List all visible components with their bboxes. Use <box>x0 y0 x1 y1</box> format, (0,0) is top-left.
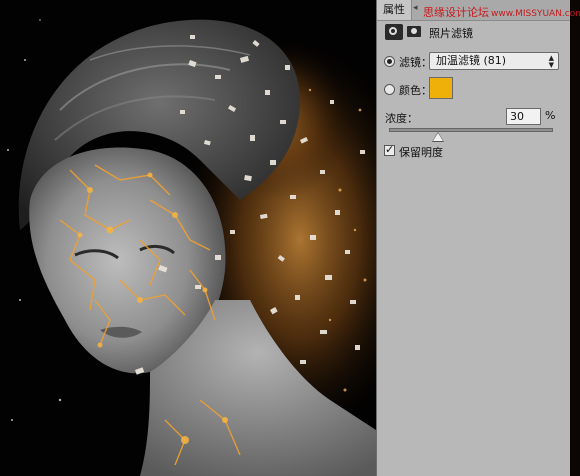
tab-properties[interactable]: 属性 <box>377 0 412 20</box>
preserve-luminosity-checkbox[interactable]: ✓ <box>384 143 395 156</box>
layer-mask-icon[interactable] <box>407 26 421 37</box>
filter-select[interactable]: 加温滤镜 (81) ▲ ▼ <box>429 52 559 70</box>
preserve-luminosity-row: ✓ 保留明度 <box>377 143 570 159</box>
density-slider[interactable] <box>377 124 570 142</box>
panel-menu-arrow-icon[interactable]: ◂ <box>413 3 418 13</box>
photoshop-workspace: 属性 ◂ 思缘设计论坛 www.MISSYUAN.com 照片滤镜 滤镜： 加温滤… <box>0 0 580 476</box>
image-canvas[interactable] <box>0 0 376 476</box>
density-slider-thumb[interactable] <box>433 133 444 141</box>
density-slider-track[interactable] <box>389 128 553 132</box>
photo-filter-adjustment-icon[interactable] <box>385 24 403 40</box>
adjustment-type-label: 照片滤镜 <box>429 27 473 40</box>
checkmark-icon: ✓ <box>385 143 395 156</box>
watermark-text: 思缘设计论坛 <box>423 6 489 19</box>
filter-radio[interactable] <box>384 56 395 67</box>
portrait-artwork <box>0 0 376 476</box>
panel-header: 属性 ◂ 思缘设计论坛 www.MISSYUAN.com <box>377 0 580 21</box>
filter-label: 滤镜： <box>399 56 432 69</box>
filter-row: 滤镜： 加温滤镜 (81) ▲ ▼ <box>377 52 570 70</box>
tab-properties-label: 属性 <box>383 3 405 16</box>
color-radio[interactable] <box>384 84 395 95</box>
density-unit: % <box>545 109 556 122</box>
properties-panel: 属性 ◂ 思缘设计论坛 www.MISSYUAN.com 照片滤镜 滤镜： 加温滤… <box>376 0 580 476</box>
adjustment-type-row: 照片滤镜 <box>377 21 570 43</box>
color-swatch[interactable] <box>429 77 453 99</box>
filter-select-value: 加温滤镜 (81) <box>436 54 507 67</box>
density-input[interactable]: 30 <box>506 108 541 125</box>
watermark: 思缘设计论坛 www.MISSYUAN.com <box>423 4 580 20</box>
color-row: 颜色： <box>377 77 570 99</box>
preserve-luminosity-label: 保留明度 <box>399 146 443 159</box>
canvas-edge-strip <box>570 0 580 476</box>
color-label: 颜色： <box>399 84 432 97</box>
up-down-arrows-icon: ▲ ▼ <box>548 54 554 69</box>
watermark-url: www.MISSYUAN.com <box>491 9 580 19</box>
